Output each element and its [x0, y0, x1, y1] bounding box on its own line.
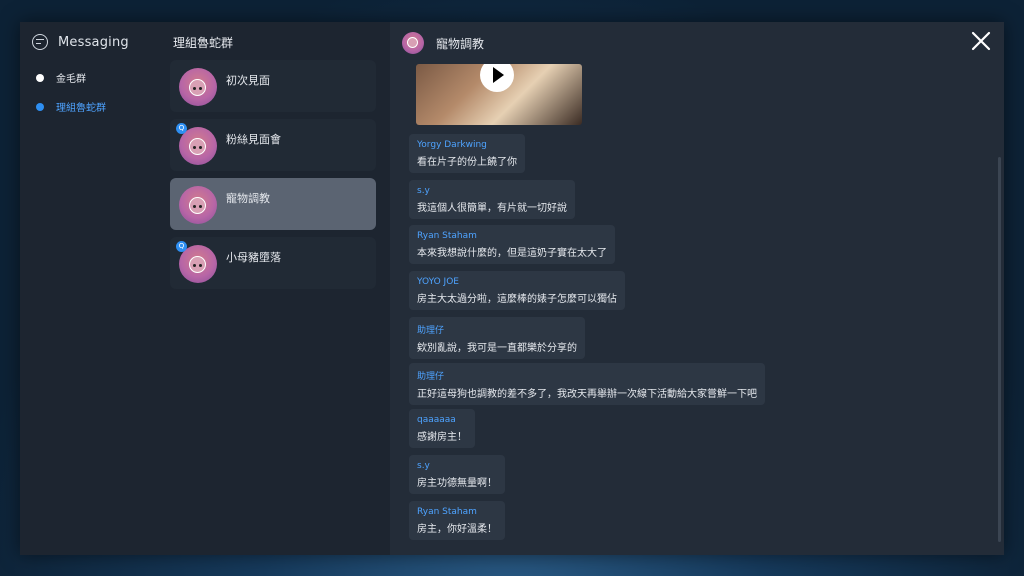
avatar [179, 68, 217, 106]
message-bubble: Ryan Staham 本來我想說什麼的，但是這奶子實在太大了 [409, 225, 615, 264]
message-bubble: s.y 我這個人很簡單，有片就一切好說 [409, 180, 575, 219]
close-icon [971, 31, 991, 51]
group-item-golden[interactable]: 金毛群 [36, 70, 86, 85]
group-label: 理組魯蛇群 [56, 103, 106, 114]
chat-item-active[interactable]: 寵物調教 [170, 178, 376, 230]
message-bubble: Ryan Staham 房主，你好溫柔！ [409, 501, 505, 540]
message-bubble: 助理仔 欸別亂說，我可是一直都樂於分享的 [409, 317, 585, 359]
group-item-science-losers[interactable]: 理組魯蛇群 [36, 99, 106, 114]
messaging-title: Messaging [58, 34, 129, 50]
message-sender: s.y [417, 186, 430, 196]
chat-item-name: 粉絲見面會 [226, 133, 281, 146]
message-text: 房主，你好溫柔！ [417, 524, 497, 535]
video-thumbnail[interactable] [416, 64, 582, 125]
chat-item[interactable]: Q 粉絲見面會 [170, 119, 376, 171]
unread-badge: Q [176, 241, 187, 252]
chat-item-name: 初次見面 [226, 74, 270, 87]
scrollbar[interactable] [998, 157, 1001, 542]
message-sender: 助理仔 [417, 372, 445, 382]
conversation-header: 寵物調教 [402, 32, 484, 54]
group-label: 金毛群 [56, 74, 86, 85]
conversation-title: 寵物調教 [436, 36, 485, 51]
message-bubble: qaaaaaa 感謝房主！ [409, 409, 475, 448]
message-text: 房主功德無量啊！ [417, 478, 497, 489]
status-dot-icon [36, 102, 44, 111]
messaging-window: Messaging 金毛群 理組魯蛇群 理組魯蛇群 初次見面 Q 粉絲見面會 寵… [20, 22, 1004, 555]
unread-badge: Q [176, 123, 187, 134]
face-icon [407, 37, 418, 48]
avatar [402, 32, 424, 54]
message-text: 本來我想說什麼的，但是這奶子實在太大了 [417, 248, 607, 259]
chat-item-name: 小母豬墮落 [226, 251, 281, 264]
play-button[interactable] [480, 64, 514, 92]
message-sender: YOYO JOE [417, 277, 459, 287]
message-sender: qaaaaaa [417, 415, 456, 425]
face-icon [189, 256, 206, 273]
chat-list-title: 理組魯蛇群 [173, 36, 234, 50]
message-text: 感謝房主！ [417, 432, 467, 443]
face-icon [189, 138, 206, 155]
conversation-pane: 寵物調教 Yorgy Darkwing 看在片子的份上饒了你 s.y 我這個人很… [390, 22, 1004, 555]
message-text: 正好這母狗也調教的差不多了，我改天再舉辦一次線下活動給大家嘗鮮一下吧 [417, 389, 757, 400]
chat-item[interactable]: Q 小母豬墮落 [170, 237, 376, 289]
message-bubble: YOYO JOE 房主大太過分啦，這麼棒的婊子怎麼可以獨佔 [409, 271, 625, 310]
message-bubble: s.y 房主功德無量啊！ [409, 455, 505, 494]
message-sender: Ryan Staham [417, 507, 477, 517]
message-sender: Yorgy Darkwing [417, 140, 487, 150]
close-button[interactable] [970, 30, 992, 52]
avatar [179, 186, 217, 224]
message-sender: Ryan Staham [417, 231, 477, 241]
chat-item-name: 寵物調教 [226, 192, 270, 205]
status-dot-icon [36, 73, 44, 82]
message-sender: s.y [417, 461, 430, 471]
groups-sidebar: Messaging 金毛群 理組魯蛇群 [20, 22, 170, 555]
message-bubble: Yorgy Darkwing 看在片子的份上饒了你 [409, 134, 525, 173]
face-icon [189, 197, 206, 214]
chat-list-pane: 理組魯蛇群 初次見面 Q 粉絲見面會 寵物調教 Q 小母豬墮落 [170, 22, 390, 555]
chat-item[interactable]: 初次見面 [170, 60, 376, 112]
message-text: 欸別亂說，我可是一直都樂於分享的 [417, 343, 577, 354]
face-icon [189, 79, 206, 96]
message-sender: 助理仔 [417, 326, 445, 336]
chat-bubble-icon [32, 34, 48, 50]
message-text: 看在片子的份上饒了你 [417, 157, 517, 168]
messaging-header: Messaging [32, 34, 129, 50]
message-bubble: 助理仔 正好這母狗也調教的差不多了，我改天再舉辦一次線下活動給大家嘗鮮一下吧 [409, 363, 765, 405]
message-text: 我這個人很簡單，有片就一切好說 [417, 203, 567, 214]
message-text: 房主大太過分啦，這麼棒的婊子怎麼可以獨佔 [417, 294, 617, 305]
